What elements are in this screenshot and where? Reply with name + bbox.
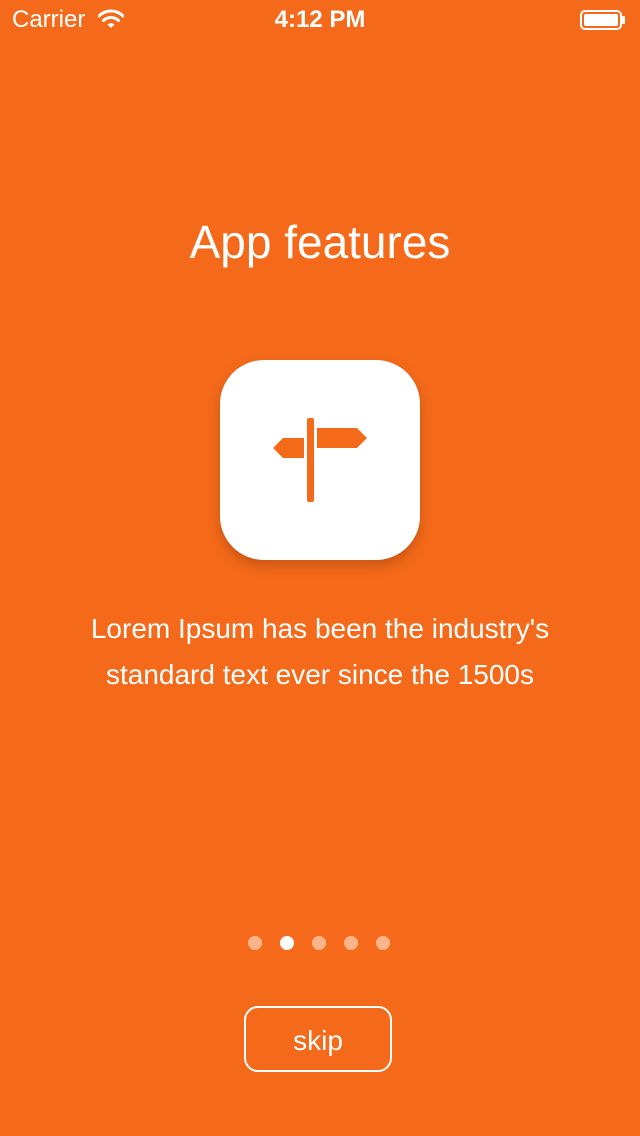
feature-icon-tile [220, 360, 420, 560]
clock: 4:12 PM [274, 6, 366, 33]
skip-button[interactable]: skip [244, 1006, 392, 1072]
status-bar: Carrier 4:12 PM [0, 0, 640, 40]
feature-description: Lorem Ipsum has been the industry's stan… [90, 613, 550, 690]
page-dot[interactable] [312, 936, 326, 950]
battery-full-icon [580, 10, 626, 30]
page-indicator[interactable] [248, 936, 398, 952]
page-dot-active[interactable] [280, 936, 294, 950]
page-dot[interactable] [248, 936, 262, 950]
signpost-icon [273, 418, 367, 502]
page-dot[interactable] [344, 936, 358, 950]
page-title: App features [189, 216, 451, 268]
page-dot[interactable] [376, 936, 390, 950]
